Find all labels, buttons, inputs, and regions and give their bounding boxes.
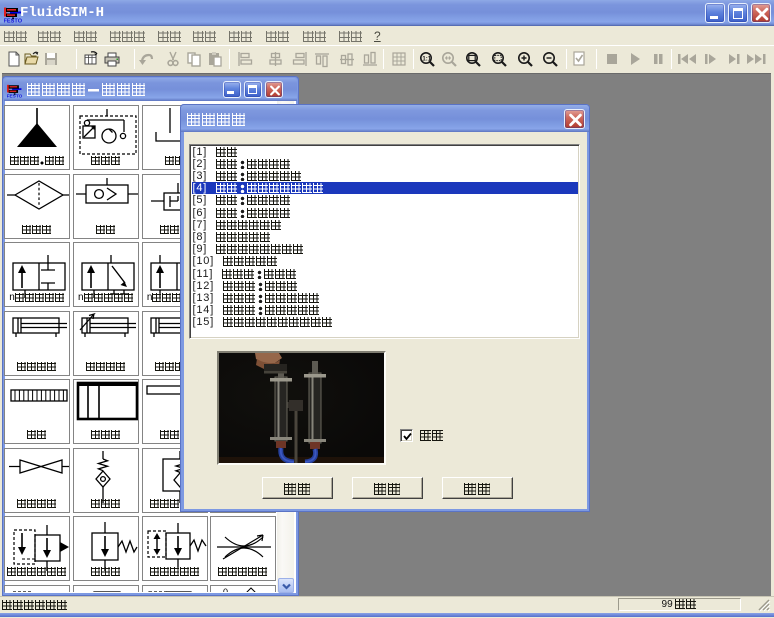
svg-text:0: 0 [223,587,228,593]
svg-text:FESTO: FESTO [7,94,22,98]
svg-text:1:1: 1:1 [422,57,431,63]
